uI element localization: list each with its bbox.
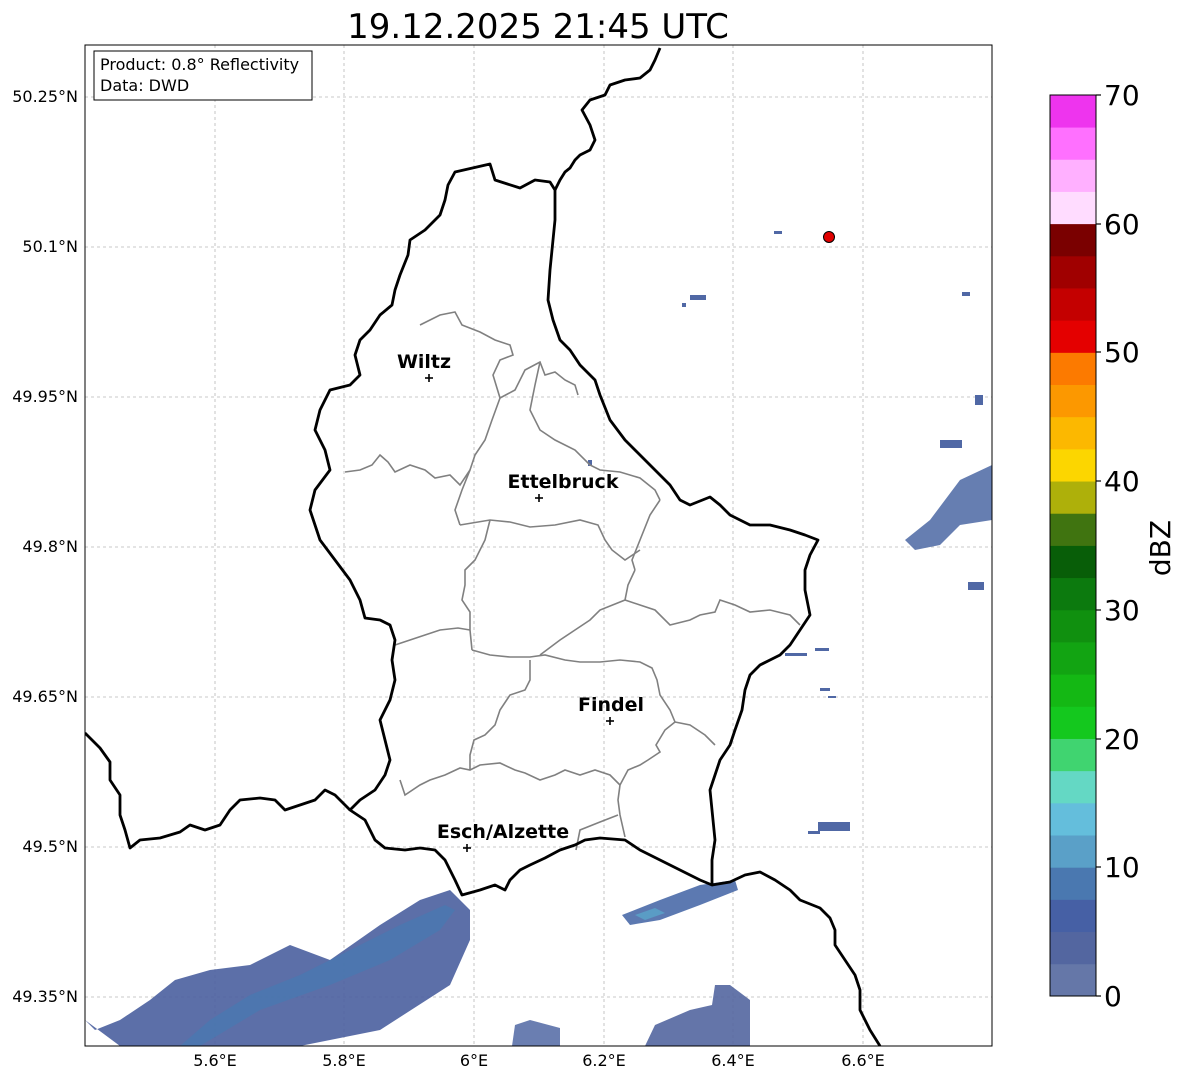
- y-tick-label: 49.35°N: [12, 987, 78, 1006]
- colorbar-segment: [1050, 770, 1096, 804]
- radar-map-figure: 19.12.2025 21:45 UTC Wiltz Ettelbruck Fi…: [12, 7, 1177, 1070]
- x-tick-label: 6.4°E: [711, 1051, 755, 1070]
- city-label-findel: Findel: [578, 694, 644, 716]
- echo-speck: [818, 822, 850, 831]
- echo-speck: [690, 295, 706, 300]
- colorbar-segment: [1050, 706, 1096, 739]
- y-tick-label: 49.8°N: [22, 537, 78, 556]
- x-tick-label: 6.6°E: [841, 1051, 885, 1070]
- city-label-wiltz: Wiltz: [397, 351, 451, 373]
- colorbar-segment: [1050, 481, 1096, 514]
- colorbar-tick-label: 0: [1104, 980, 1122, 1013]
- echo-speck: [940, 440, 962, 448]
- info-box: Product: 0.8° Reflectivity Data: DWD: [93, 50, 313, 101]
- colorbar-tick-label: 20: [1104, 723, 1140, 756]
- colorbar-segment: [1050, 642, 1096, 675]
- echo-speck: [808, 831, 820, 834]
- colorbar-segment: [1050, 545, 1096, 579]
- y-tick-label: 50.1°N: [22, 237, 78, 256]
- colorbar: 0 10 20 30 40 50 60 70 dBZ: [1049, 79, 1177, 1013]
- colorbar-segment: [1050, 288, 1096, 321]
- info-data-source: Data: DWD: [100, 76, 189, 95]
- x-tick-label: 6°E: [460, 1051, 488, 1070]
- colorbar-ticks: [1096, 94, 1101, 997]
- colorbar-segment: [1050, 835, 1096, 868]
- colorbar-segment: [1050, 159, 1096, 192]
- colorbar-segment: [1050, 191, 1096, 225]
- echo-speck: [682, 303, 686, 307]
- city-label-ettelbruck: Ettelbruck: [508, 471, 619, 493]
- colorbar-tick-label: 30: [1104, 594, 1140, 627]
- map-title: 19.12.2025 21:45 UTC: [347, 7, 729, 47]
- echo-speck: [774, 231, 782, 234]
- y-tick-label: 49.65°N: [12, 687, 78, 706]
- colorbar-segment: [1050, 416, 1096, 450]
- y-tick-label: 50.25°N: [12, 87, 78, 106]
- map-area: [85, 45, 992, 1046]
- x-tick-label: 6.2°E: [582, 1051, 626, 1070]
- colorbar-segment: [1050, 223, 1096, 257]
- colorbar-tick-label: 10: [1104, 851, 1140, 884]
- x-tick-label: 5.8°E: [322, 1051, 366, 1070]
- colorbar-segment: [1050, 577, 1096, 611]
- colorbar-segment: [1050, 255, 1096, 289]
- colorbar-segment: [1050, 674, 1096, 707]
- echo-speck: [828, 696, 836, 698]
- y-tick-label: 49.95°N: [12, 387, 78, 406]
- colorbar-segment: [1050, 384, 1096, 418]
- y-axis-labels: 50.25°N 50.1°N 49.95°N 49.8°N 49.65°N 49…: [12, 87, 78, 1006]
- colorbar-segment: [1050, 95, 1096, 128]
- echo-speck: [815, 648, 829, 651]
- colorbar-segment: [1050, 963, 1096, 997]
- info-product: Product: 0.8° Reflectivity: [100, 55, 299, 74]
- colorbar-label: dBZ: [1144, 520, 1177, 576]
- colorbar-tick-label: 60: [1104, 208, 1140, 241]
- colorbar-segment: [1050, 867, 1096, 900]
- x-tick-label: 5.6°E: [193, 1051, 237, 1070]
- echo-speck: [968, 582, 984, 590]
- echo-speck: [820, 688, 830, 691]
- radar-site-marker: [823, 231, 835, 243]
- colorbar-segment: [1050, 320, 1096, 353]
- colorbar-segment: [1050, 513, 1096, 546]
- colorbar-segment: [1050, 738, 1096, 772]
- y-tick-label: 49.5°N: [22, 837, 78, 856]
- colorbar-segment: [1050, 448, 1096, 482]
- colorbar-tick-label: 50: [1104, 336, 1140, 369]
- city-label-esch: Esch/Alzette: [437, 821, 569, 843]
- colorbar-segment: [1050, 931, 1096, 965]
- colorbar-tick-label: 40: [1104, 465, 1140, 498]
- colorbar-tick-label: 70: [1104, 79, 1140, 112]
- echo-speck: [785, 653, 807, 656]
- echo-speck: [975, 395, 983, 405]
- colorbar-segment: [1050, 127, 1096, 160]
- colorbar-segment: [1050, 609, 1096, 643]
- echo-speck: [962, 292, 970, 296]
- x-axis-labels: 5.6°E 5.8°E 6°E 6.2°E 6.4°E 6.6°E: [193, 1051, 885, 1070]
- colorbar-segment: [1050, 899, 1096, 933]
- colorbar-segment: [1050, 802, 1096, 836]
- colorbar-segment: [1050, 352, 1096, 386]
- colorbar-segments: [1050, 95, 1096, 997]
